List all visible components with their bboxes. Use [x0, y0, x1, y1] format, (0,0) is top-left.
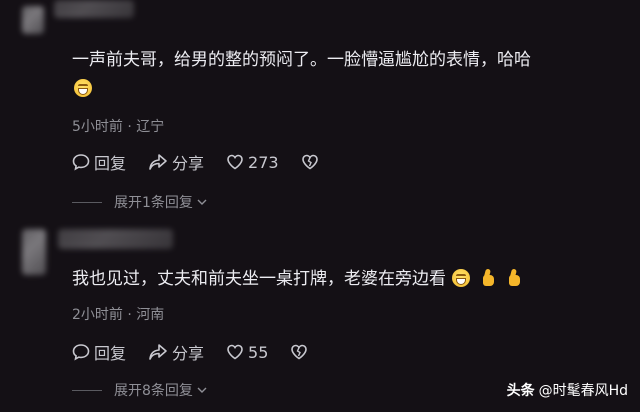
divider-line [72, 201, 102, 203]
expand-replies-button[interactable]: 展开1条回复 [72, 192, 208, 212]
grin-emoji-icon [452, 269, 470, 287]
watermark: 头条 @时髦春风Hd [507, 380, 628, 400]
thumbs-up-icon [478, 269, 496, 287]
comment-meta: 5小时前 · 辽宁 [72, 119, 165, 135]
share-arrow-icon [149, 154, 167, 170]
comment-actions: 回复 分享 273 [72, 150, 345, 174]
comment-1: 一声前夫哥，给男的整的预闷了。一脸懵逼尴尬的表情，哈哈 5小时前 · 辽宁 回复… [0, 0, 640, 215]
share-label: 分享 [172, 154, 205, 173]
expand-replies-label: 展开8条回复 [114, 383, 193, 399]
like-count: 273 [248, 152, 279, 172]
reply-label: 回复 [94, 154, 127, 173]
chevron-down-icon [197, 199, 207, 205]
share-arrow-icon [149, 344, 167, 360]
comment-text-content: 我也见过，丈夫和前夫坐一桌打牌，老婆在旁边看 [72, 269, 446, 289]
username-blurred[interactable] [58, 229, 173, 249]
share-button[interactable]: 分享 [148, 340, 204, 364]
avatar[interactable] [22, 229, 46, 275]
comment-text: 我也见过，丈夫和前夫坐一桌打牌，老婆在旁边看 [72, 265, 632, 294]
grin-emoji-icon [74, 79, 92, 97]
broken-heart-icon [291, 344, 308, 360]
heart-icon [227, 344, 243, 360]
broken-heart-icon [301, 154, 318, 170]
share-button[interactable]: 分享 [148, 150, 204, 174]
chevron-down-icon [197, 387, 207, 393]
comment-text: 一声前夫哥，给男的整的预闷了。一脸懵逼尴尬的表情，哈哈 [72, 46, 632, 104]
avatar[interactable] [22, 6, 44, 34]
comment-actions: 回复 分享 55 [72, 340, 334, 364]
like-button[interactable]: 55 [226, 343, 268, 362]
username-blurred[interactable] [54, 0, 134, 18]
expand-replies-button[interactable]: 展开8条回复 [72, 380, 208, 400]
share-label: 分享 [172, 344, 205, 363]
expand-replies-label: 展开1条回复 [114, 195, 193, 211]
reply-button[interactable]: 回复 [72, 340, 126, 364]
reply-label: 回复 [94, 344, 127, 363]
dislike-button[interactable] [290, 343, 312, 361]
chat-bubble-icon [72, 154, 90, 171]
like-count: 55 [248, 342, 269, 362]
thumbs-up-icon [504, 269, 522, 287]
divider-line [72, 389, 102, 391]
comment-text-content: 一声前夫哥，给男的整的预闷了。一脸懵逼尴尬的表情，哈哈 [72, 50, 531, 70]
watermark-brand: 头条 [506, 383, 535, 399]
reply-button[interactable]: 回复 [72, 150, 126, 174]
watermark-handle: @时髦春风Hd [538, 383, 628, 399]
like-button[interactable]: 273 [226, 153, 279, 172]
dislike-button[interactable] [301, 153, 323, 171]
heart-icon [227, 154, 243, 170]
chat-bubble-icon [72, 344, 90, 361]
comment-meta: 2小时前 · 河南 [72, 307, 165, 323]
